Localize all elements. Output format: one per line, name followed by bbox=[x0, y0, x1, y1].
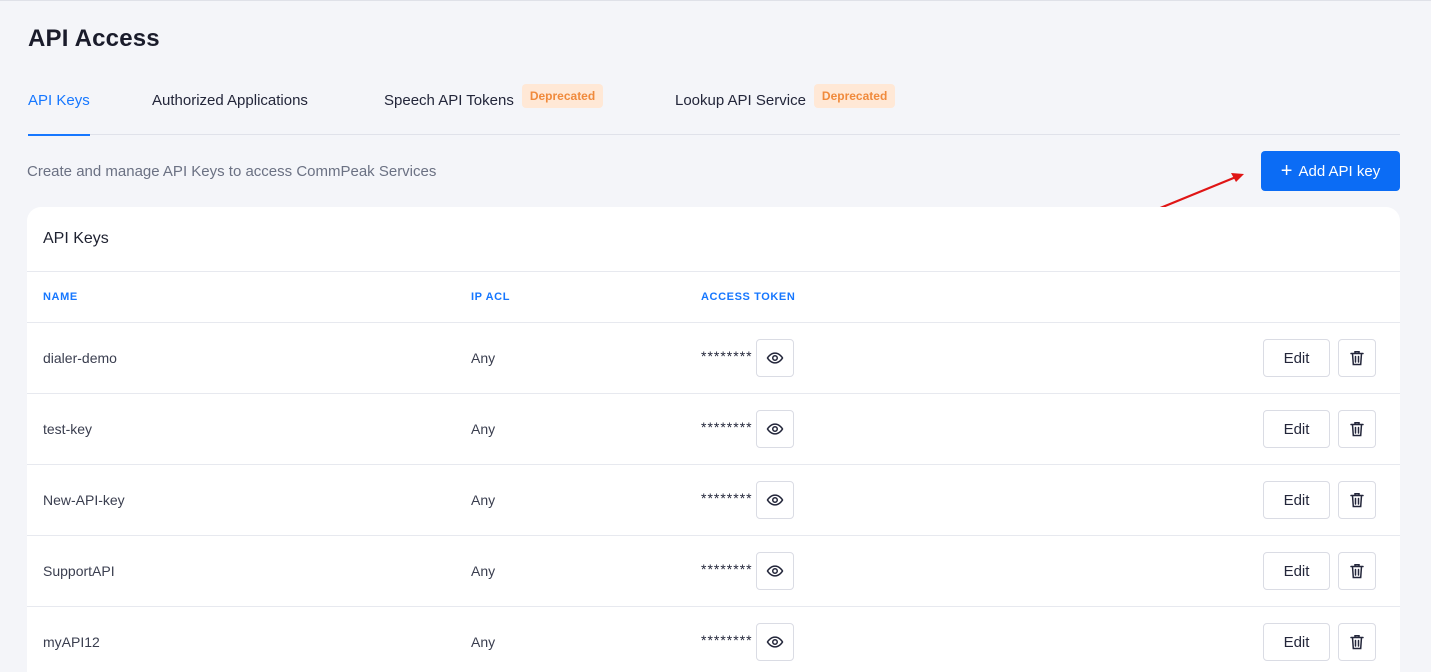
delete-button[interactable] bbox=[1338, 552, 1376, 590]
api-keys-table: dialer-demo Any ******** Edit test-key A… bbox=[27, 322, 1400, 672]
table-row: New-API-key Any ******** Edit bbox=[27, 464, 1400, 535]
delete-button[interactable] bbox=[1338, 623, 1376, 661]
add-api-key-label: Add API key bbox=[1298, 162, 1381, 180]
page-title: API Access bbox=[28, 25, 160, 52]
show-token-button[interactable] bbox=[756, 623, 794, 661]
deprecated-badge: Deprecated bbox=[813, 84, 896, 108]
key-name: test-key bbox=[43, 421, 93, 437]
add-api-key-button[interactable]: + Add API key bbox=[1261, 151, 1400, 191]
delete-button[interactable] bbox=[1338, 481, 1376, 519]
column-header-name: NAME bbox=[43, 291, 78, 303]
card-title: API Keys bbox=[43, 230, 109, 247]
edit-button[interactable]: Edit bbox=[1263, 623, 1330, 661]
eye-icon bbox=[766, 494, 784, 506]
page-description: Create and manage API Keys to access Com… bbox=[27, 163, 437, 180]
tab-authorized-applications[interactable]: Authorized Applications bbox=[152, 81, 308, 135]
show-token-button[interactable] bbox=[756, 481, 794, 519]
ip-acl-value: Any bbox=[471, 492, 496, 508]
ip-acl-value: Any bbox=[471, 350, 496, 366]
table-row: dialer-demo Any ******** Edit bbox=[27, 322, 1400, 393]
edit-button[interactable]: Edit bbox=[1263, 481, 1330, 519]
ip-acl-value: Any bbox=[471, 421, 496, 437]
plus-icon: + bbox=[1280, 160, 1293, 182]
tab-api-keys[interactable]: API Keys bbox=[28, 81, 90, 136]
eye-icon bbox=[766, 352, 784, 364]
column-header-ip-acl: IP ACL bbox=[471, 291, 511, 303]
trash-icon bbox=[1350, 493, 1364, 508]
trash-icon bbox=[1350, 635, 1364, 650]
trash-icon bbox=[1350, 351, 1364, 366]
key-name: New-API-key bbox=[43, 492, 125, 508]
trash-icon bbox=[1350, 422, 1364, 437]
api-keys-card: API Keys NAME IP ACL ACCESS TOKEN dialer… bbox=[27, 207, 1400, 672]
ip-acl-value: Any bbox=[471, 634, 496, 650]
tab-label: Speech API Tokens bbox=[384, 92, 514, 109]
show-token-button[interactable] bbox=[756, 339, 794, 377]
tab-label: API Keys bbox=[28, 92, 90, 109]
tab-speech-api-tokens[interactable]: Speech API Tokens Deprecated bbox=[384, 81, 604, 135]
edit-button[interactable]: Edit bbox=[1263, 410, 1330, 448]
eye-icon bbox=[766, 423, 784, 435]
eye-icon bbox=[766, 565, 784, 577]
masked-token: ******** bbox=[701, 348, 753, 364]
masked-token: ******** bbox=[701, 632, 753, 648]
eye-icon bbox=[766, 636, 784, 648]
divider bbox=[27, 271, 1400, 272]
key-name: SupportAPI bbox=[43, 563, 115, 579]
tab-label: Lookup API Service bbox=[675, 92, 806, 109]
table-row: myAPI12 Any ******** Edit bbox=[27, 606, 1400, 672]
edit-button[interactable]: Edit bbox=[1263, 552, 1330, 590]
key-name: myAPI12 bbox=[43, 634, 100, 650]
edit-button[interactable]: Edit bbox=[1263, 339, 1330, 377]
show-token-button[interactable] bbox=[756, 410, 794, 448]
delete-button[interactable] bbox=[1338, 410, 1376, 448]
column-header-access-token: ACCESS TOKEN bbox=[701, 291, 796, 303]
show-token-button[interactable] bbox=[756, 552, 794, 590]
tab-bar: API Keys Authorized Applications Speech … bbox=[28, 81, 1400, 136]
masked-token: ******** bbox=[701, 419, 753, 435]
masked-token: ******** bbox=[701, 490, 753, 506]
table-row: SupportAPI Any ******** Edit bbox=[27, 535, 1400, 606]
tab-label: Authorized Applications bbox=[152, 92, 308, 109]
table-row: test-key Any ******** Edit bbox=[27, 393, 1400, 464]
ip-acl-value: Any bbox=[471, 563, 496, 579]
tab-lookup-api-service[interactable]: Lookup API Service Deprecated bbox=[675, 81, 896, 135]
deprecated-badge: Deprecated bbox=[521, 84, 604, 108]
api-access-page: API Access API Keys Authorized Applicati… bbox=[0, 0, 1431, 672]
key-name: dialer-demo bbox=[43, 350, 117, 366]
masked-token: ******** bbox=[701, 561, 753, 577]
trash-icon bbox=[1350, 564, 1364, 579]
delete-button[interactable] bbox=[1338, 339, 1376, 377]
